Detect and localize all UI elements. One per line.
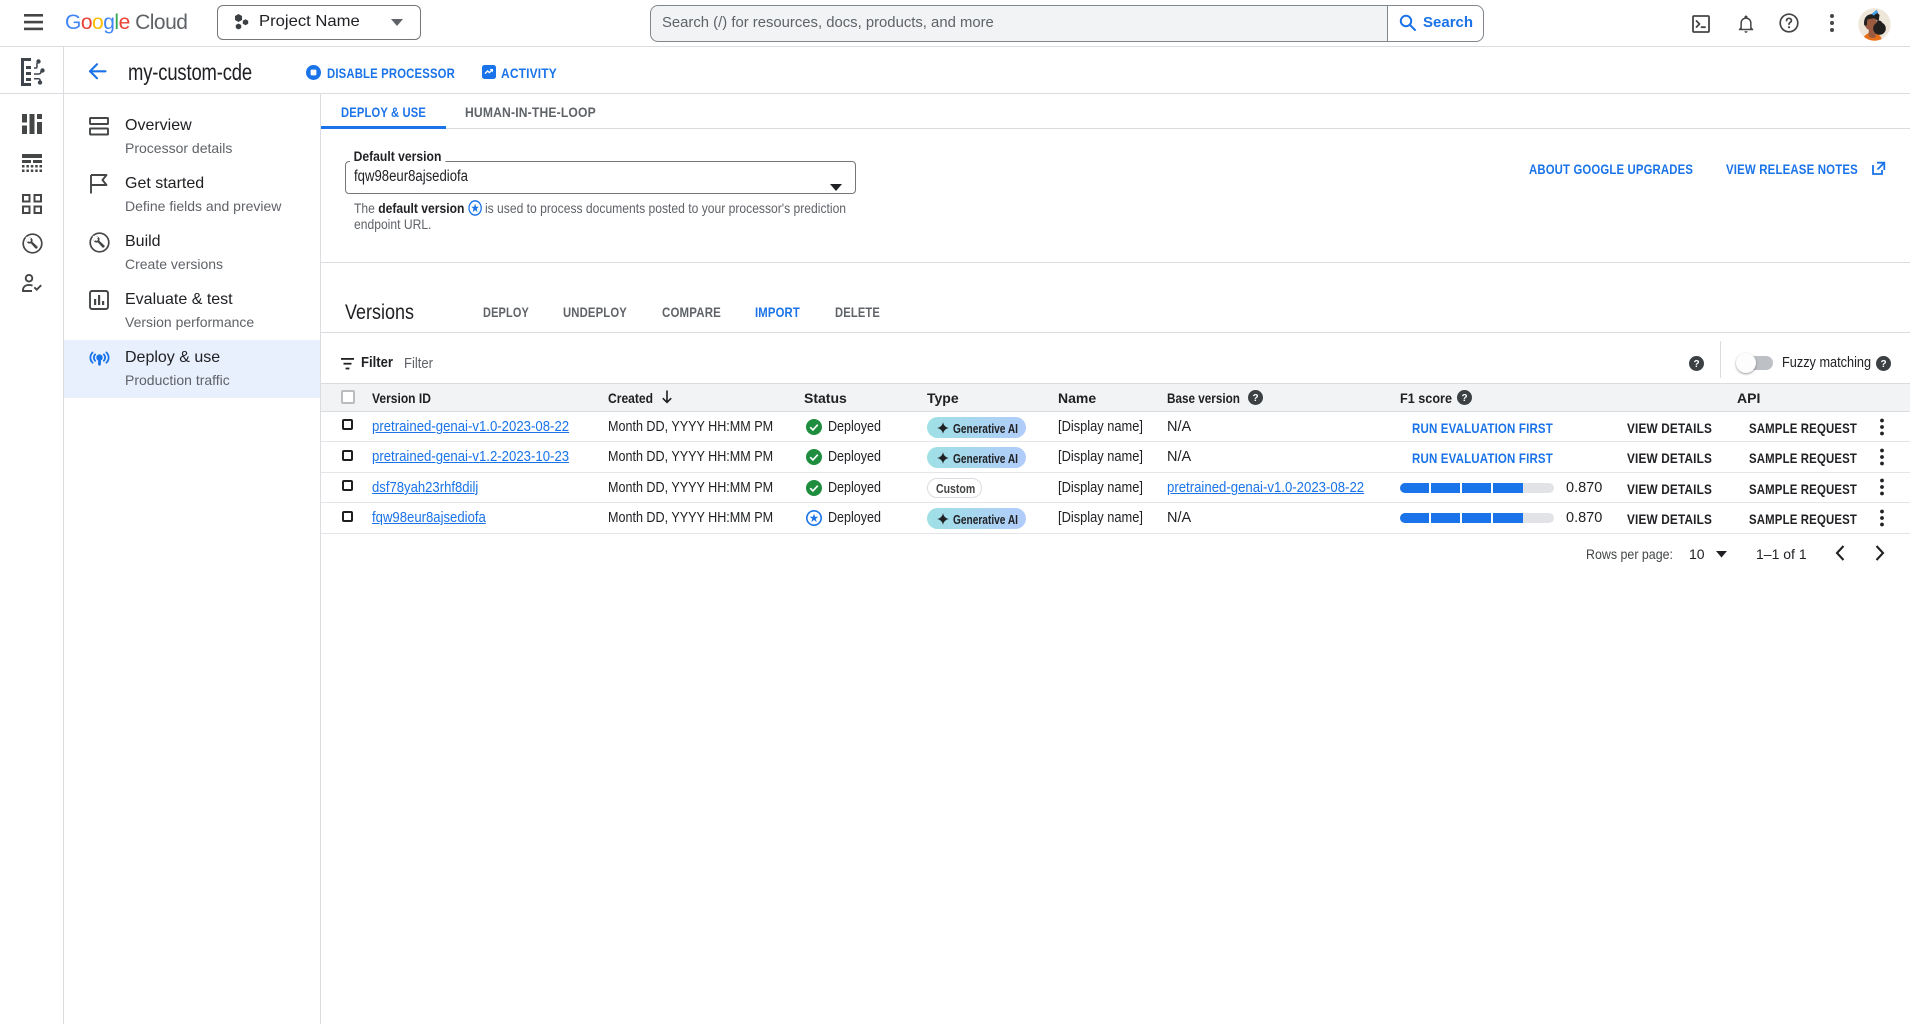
svg-text:?: ? — [1461, 393, 1467, 404]
svg-text:?: ? — [1252, 393, 1258, 404]
svg-text:?: ? — [1880, 359, 1886, 370]
svg-text:?: ? — [1693, 359, 1699, 370]
